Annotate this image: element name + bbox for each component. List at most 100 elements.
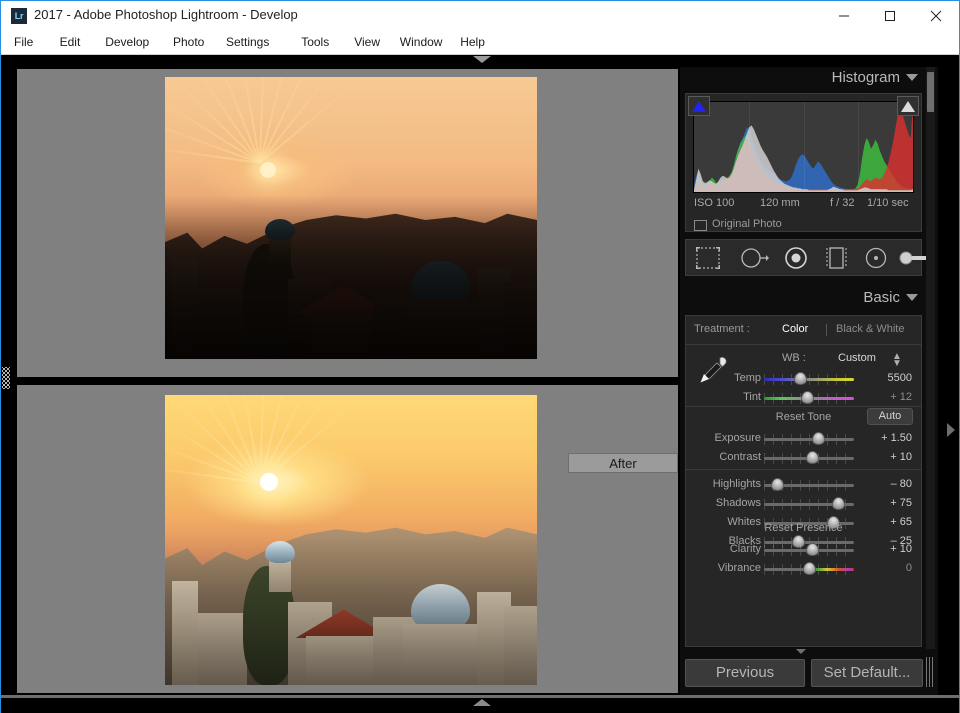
after-photo[interactable] [165, 395, 537, 685]
slider-tint[interactable]: Tint + 12 [686, 388, 921, 407]
tool-strip [685, 239, 922, 276]
image-canvas: Before [15, 67, 680, 695]
slider-vibrance[interactable]: Vibrance 0 [686, 559, 921, 578]
close-button[interactable] [913, 1, 958, 31]
presence-section: Reset Presence Clarity + 10 Vibrance 0 [686, 518, 921, 588]
app-logo-icon: Lr [11, 8, 27, 24]
slider-label: Vibrance [718, 562, 761, 574]
work-area: Before [1, 55, 959, 713]
slider-label: Contrast [719, 451, 761, 463]
slider-clarity[interactable]: Clarity + 10 [686, 540, 921, 559]
menu-item-settings[interactable]: Settings [221, 34, 274, 51]
menu-item-file[interactable]: File [9, 34, 38, 51]
bottom-panel-collapse-strip[interactable] [1, 695, 959, 713]
shadow-clipping-indicator[interactable] [688, 96, 710, 116]
treatment-color-option[interactable]: Color [782, 323, 808, 335]
slider-shadows[interactable]: Shadows + 75 [686, 494, 921, 513]
sun [260, 162, 276, 178]
stepper-icon[interactable]: ▲▼ [892, 353, 902, 367]
menu-item-window[interactable]: Window [395, 34, 448, 51]
histogram-header[interactable]: Histogram [832, 69, 900, 91]
before-pane[interactable]: Before [15, 67, 680, 379]
slider-temp[interactable]: Temp 5500 [686, 369, 921, 388]
menu-item-help[interactable]: Help [455, 34, 490, 51]
slider-value[interactable]: + 75 [862, 497, 912, 509]
panel-grip-icon [926, 657, 935, 687]
menu-item-develop[interactable]: Develop [100, 34, 154, 51]
menu-item-tools[interactable]: Tools [296, 34, 334, 51]
chevron-down-icon [473, 56, 491, 63]
slider-label: Temp [734, 372, 761, 384]
white-balance-section: WB : Custom ▲▼ Temp 5500 Tint + 12 [686, 345, 921, 403]
menu-item-view[interactable]: View [349, 34, 385, 51]
panel-resize-caret-icon[interactable] [796, 649, 806, 654]
iso-value: ISO 100 [694, 197, 734, 209]
original-photo-label: Original Photo [712, 218, 782, 230]
panel-fade-overlay [686, 630, 921, 646]
slider-value[interactable]: 5500 [862, 372, 912, 384]
set-default-button[interactable]: Set Default... [811, 659, 923, 687]
basic-panel-header[interactable]: Basic [863, 289, 900, 311]
slider-track[interactable] [764, 438, 854, 441]
crop-overlay-tool[interactable] [694, 245, 724, 271]
before-photo[interactable] [165, 77, 537, 359]
shutter-speed-value: 1/10 sec [867, 197, 909, 209]
histogram-plot[interactable] [693, 101, 914, 193]
chevron-down-icon[interactable] [906, 74, 918, 81]
menu-item-edit[interactable]: Edit [55, 34, 86, 51]
slider-label: Tint [743, 391, 761, 403]
slider-thumb[interactable] [812, 432, 825, 445]
right-panel-scrollbar[interactable] [926, 67, 935, 649]
checkbox-icon [694, 220, 707, 231]
reset-presence-label[interactable]: Reset Presence [686, 522, 921, 534]
spot-removal-tool[interactable] [738, 245, 770, 271]
slider-contrast[interactable]: Contrast + 10 [686, 448, 921, 467]
auto-tone-button[interactable]: Auto [867, 408, 913, 425]
slider-label: Shadows [716, 497, 761, 509]
right-panel-collapse-arrow-icon[interactable] [947, 423, 955, 437]
radial-filter-tool[interactable] [862, 245, 890, 271]
slider-value[interactable]: + 10 [862, 451, 912, 463]
graduated-filter-tool[interactable] [822, 245, 850, 271]
top-panel-collapse-strip[interactable] [1, 55, 959, 67]
slider-highlights[interactable]: Highlights– 80 [686, 475, 921, 494]
wb-value[interactable]: Custom [838, 352, 876, 364]
maximize-button[interactable] [867, 1, 912, 31]
menu-bar: File Edit Develop Photo Settings Tools View Win… [1, 31, 959, 55]
slider-track[interactable] [764, 378, 854, 381]
chevron-down-icon[interactable] [906, 294, 918, 301]
lightroom-window: Lr 2017 - Adobe Photoshop Lightroom - De… [0, 0, 960, 713]
slider-value[interactable]: + 1.50 [862, 432, 912, 444]
slider-thumb[interactable] [832, 497, 845, 510]
basic-title: Basic [863, 289, 900, 306]
slider-value[interactable]: 0 [862, 562, 912, 574]
exif-metadata: ISO 100 120 mm f / 32 1/10 sec [694, 197, 915, 213]
treatment-row: Treatment : Color Black & White [686, 318, 921, 344]
slider-value[interactable]: – 80 [862, 478, 912, 490]
previous-button[interactable]: Previous [685, 659, 805, 687]
wb-preset-row[interactable]: WB : Custom ▲▼ [686, 349, 921, 369]
slider-value[interactable]: + 12 [862, 391, 912, 403]
slider-label: Clarity [730, 543, 761, 555]
histogram-title: Histogram [832, 69, 900, 86]
slider-thumb[interactable] [771, 478, 784, 491]
scrollbar-thumb[interactable] [927, 72, 934, 112]
minimize-button[interactable] [821, 1, 866, 31]
slider-thumb[interactable] [801, 391, 814, 404]
slider-thumb[interactable] [794, 372, 807, 385]
grip-dots-icon [2, 367, 10, 389]
treatment-bw-option[interactable]: Black & White [836, 323, 904, 335]
slider-thumb[interactable] [806, 543, 819, 556]
left-panel-collapse-strip[interactable] [1, 67, 11, 695]
foreground-shadow [165, 534, 537, 685]
after-pane[interactable]: After [15, 383, 680, 695]
menu-item-photo[interactable]: Photo [168, 34, 209, 51]
slider-exposure[interactable]: Exposure+ 1.50 [686, 429, 921, 448]
slider-thumb[interactable] [806, 451, 819, 464]
focal-length-value: 120 mm [760, 197, 800, 209]
highlight-clipping-indicator[interactable] [897, 96, 919, 116]
foreground-shadow [165, 195, 537, 359]
slider-thumb[interactable] [803, 562, 816, 575]
slider-value[interactable]: + 10 [862, 543, 912, 555]
red-eye-correction-tool[interactable] [782, 245, 810, 271]
